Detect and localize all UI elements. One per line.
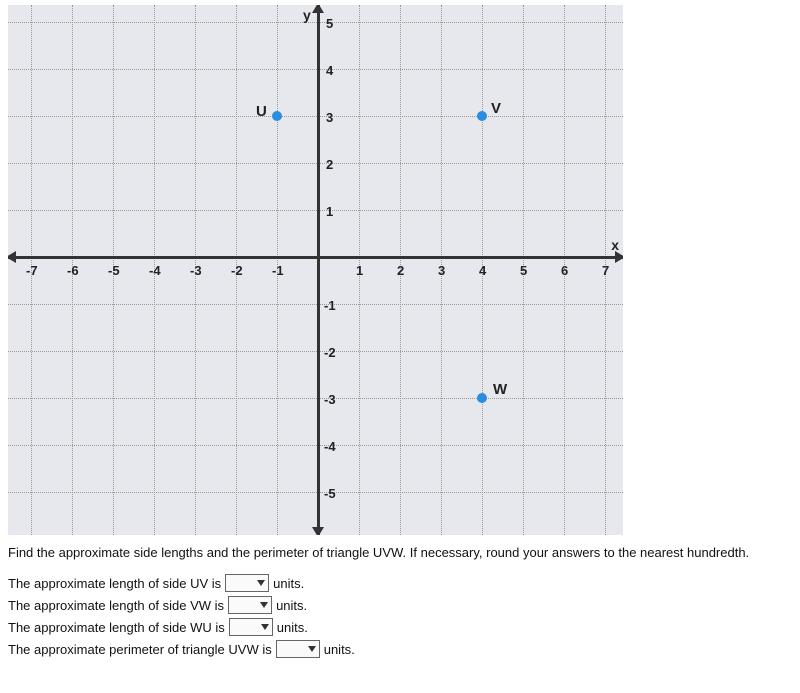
- y-axis: [317, 5, 320, 535]
- answer-vw: The approximate length of side VW is uni…: [8, 596, 800, 614]
- coordinate-plane: y x -7 -6 -5 -4 -3 -2 -1 1 2 3 4 5 6 7 5…: [8, 5, 623, 535]
- x-axis-label: x: [611, 237, 619, 253]
- tick-y-p2: 2: [326, 157, 333, 172]
- vw-prefix: The approximate length of side VW is: [8, 598, 224, 613]
- tick-y-p5: 5: [326, 16, 333, 31]
- tick-x-p6: 6: [561, 263, 568, 278]
- instruction-text: Find the approximate side lengths and th…: [8, 545, 800, 560]
- tick-y-n4: -4: [324, 439, 336, 454]
- tick-x-p3: 3: [438, 263, 445, 278]
- tick-x-p1: 1: [356, 263, 363, 278]
- wu-select[interactable]: [229, 618, 273, 636]
- point-w-label: W: [493, 381, 507, 398]
- point-v: [477, 111, 487, 121]
- wu-prefix: The approximate length of side WU is: [8, 620, 225, 635]
- wu-units: units.: [277, 620, 308, 635]
- tick-y-p4: 4: [326, 63, 333, 78]
- tick-x-n1: -1: [272, 263, 284, 278]
- tick-y-n1: -1: [324, 298, 336, 313]
- tick-y-n2: -2: [324, 345, 336, 360]
- tick-x-n4: -4: [149, 263, 161, 278]
- point-v-label: V: [491, 100, 501, 117]
- tick-x-p4: 4: [479, 263, 486, 278]
- tick-y-p3: 3: [326, 110, 333, 125]
- x-axis: [8, 256, 623, 259]
- answer-section: The approximate length of side UV is uni…: [8, 574, 800, 658]
- point-u: [272, 111, 282, 121]
- vw-units: units.: [276, 598, 307, 613]
- perim-units: units.: [324, 642, 355, 657]
- uv-units: units.: [273, 576, 304, 591]
- tick-x-n7: -7: [26, 263, 38, 278]
- perim-prefix: The approximate perimeter of triangle UV…: [8, 642, 272, 657]
- point-w: [477, 393, 487, 403]
- tick-x-n6: -6: [67, 263, 79, 278]
- arrow-left-icon: [8, 251, 16, 263]
- tick-y-n5: -5: [324, 486, 336, 501]
- answer-uv: The approximate length of side UV is uni…: [8, 574, 800, 592]
- tick-x-n3: -3: [190, 263, 202, 278]
- arrow-up-icon: [312, 5, 324, 13]
- vw-select[interactable]: [228, 596, 272, 614]
- uv-prefix: The approximate length of side UV is: [8, 576, 221, 591]
- tick-x-p2: 2: [397, 263, 404, 278]
- point-u-label: U: [256, 103, 267, 120]
- tick-x-p5: 5: [520, 263, 527, 278]
- y-axis-label: y: [303, 7, 311, 23]
- tick-y-p1: 1: [326, 204, 333, 219]
- tick-x-p7: 7: [602, 263, 609, 278]
- perimeter-select[interactable]: [276, 640, 320, 658]
- tick-y-n3: -3: [324, 392, 336, 407]
- arrow-down-icon: [312, 527, 324, 535]
- answer-perimeter: The approximate perimeter of triangle UV…: [8, 640, 800, 658]
- uv-select[interactable]: [225, 574, 269, 592]
- tick-x-n5: -5: [108, 263, 120, 278]
- tick-x-n2: -2: [231, 263, 243, 278]
- answer-wu: The approximate length of side WU is uni…: [8, 618, 800, 636]
